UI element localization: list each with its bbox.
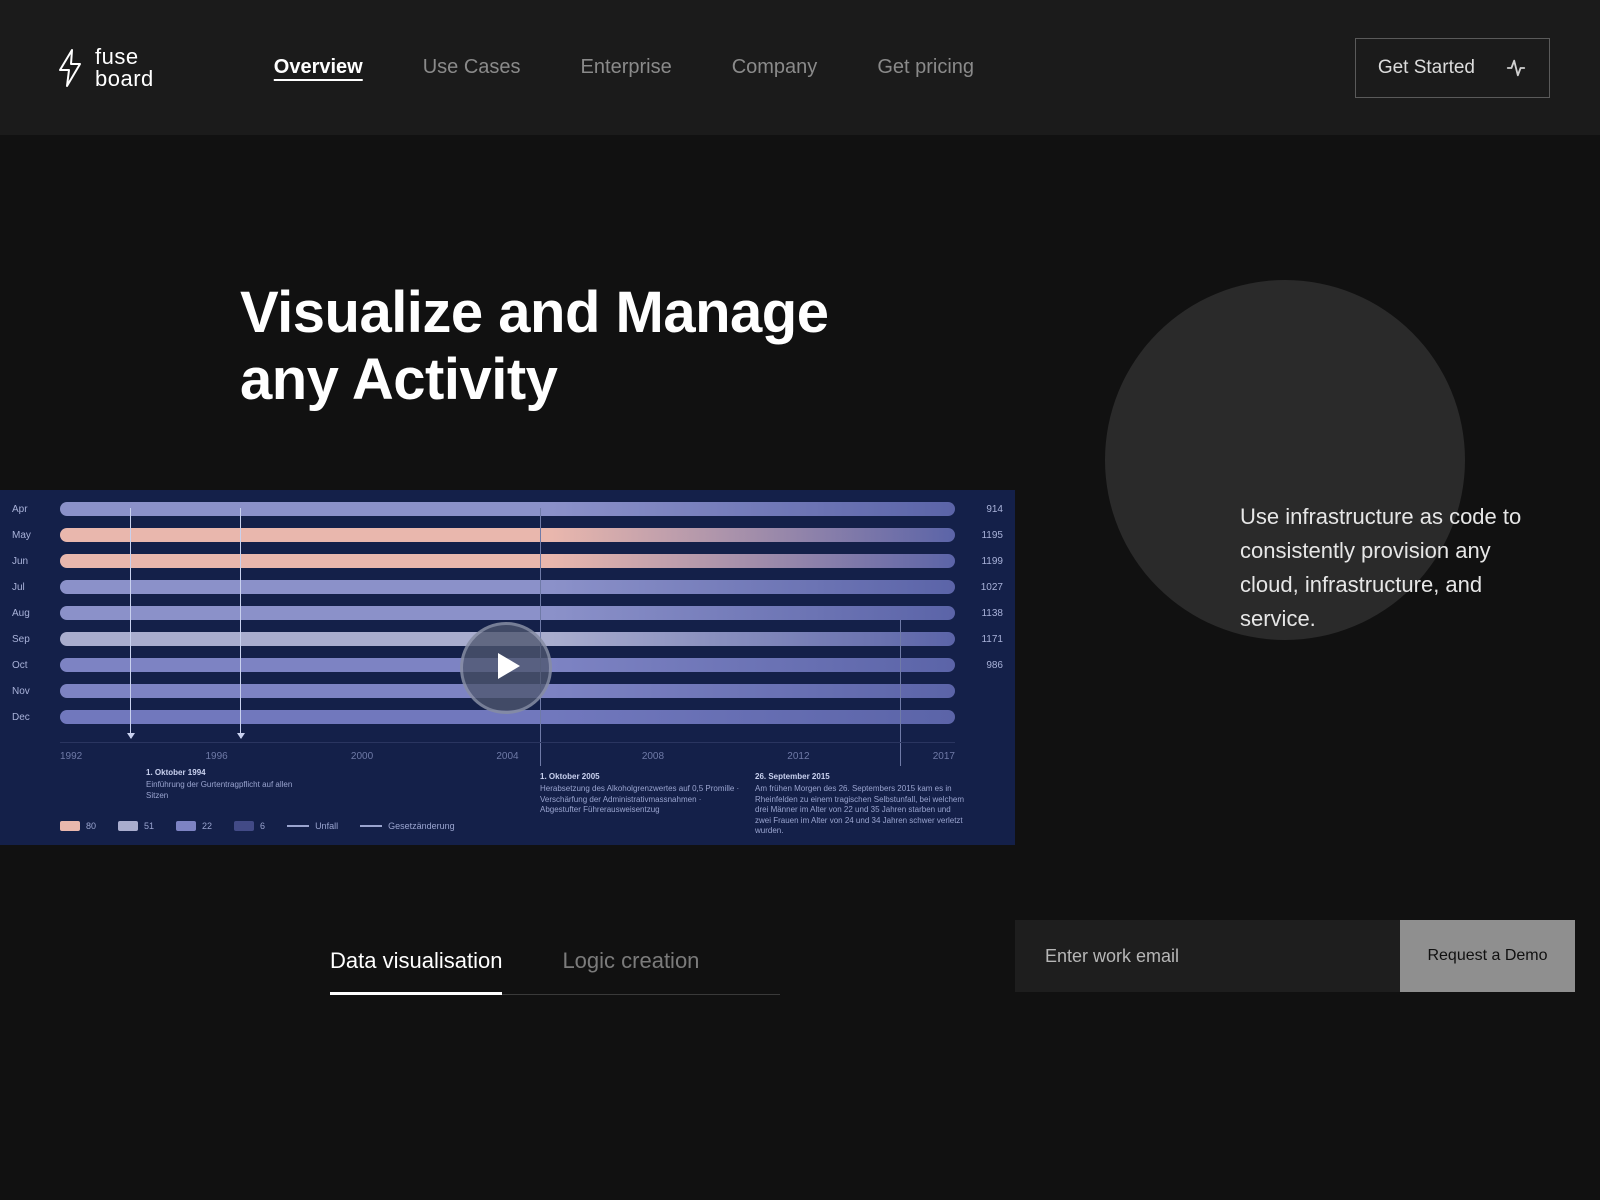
chart-year-tick: 2000 <box>351 751 373 762</box>
chart-year-tick: 1992 <box>60 751 82 762</box>
chart-row: Jul1027 <box>60 574 955 600</box>
chart-annotation: 1. Oktober 1994 Einführung der Gurtentra… <box>146 768 316 801</box>
chart-value-label: 1195 <box>981 530 1003 541</box>
hero-copy: Use infrastructure as code to consistent… <box>1240 500 1530 636</box>
legend-line <box>360 825 382 827</box>
chart-band <box>60 580 955 594</box>
play-button[interactable] <box>460 622 552 714</box>
chart-x-axis: 1992 1996 2000 2004 2008 2012 2017 <box>60 742 955 762</box>
legend-item: 6 <box>234 821 265 831</box>
nav-overview[interactable]: Overview <box>274 56 363 79</box>
nav-enterprise[interactable]: Enterprise <box>581 56 672 79</box>
chart-row: May1195 <box>60 522 955 548</box>
legend-label: 51 <box>144 821 154 831</box>
annotation-arrow <box>240 508 241 738</box>
chart-month-label: Aug <box>12 608 30 619</box>
work-email-input[interactable] <box>1015 920 1400 992</box>
chart-legend: 80 51 22 6 Unfall Gesetzänderung <box>60 821 455 831</box>
tab-data-visualisation[interactable]: Data visualisation <box>330 948 502 995</box>
chart-band <box>60 606 955 620</box>
chart-value-label: 1199 <box>981 556 1003 567</box>
primary-nav: Overview Use Cases Enterprise Company Ge… <box>274 56 974 79</box>
legend-item: Unfall <box>287 821 338 831</box>
nav-pricing[interactable]: Get pricing <box>877 56 974 79</box>
hero-headline-l1: Visualize and Manage <box>240 280 828 345</box>
chart-band <box>60 554 955 568</box>
chart-month-label: Jun <box>12 556 28 567</box>
chart-row: Jun1199 <box>60 548 955 574</box>
chart-value-label: 1138 <box>981 608 1003 619</box>
chart-value-label: 914 <box>986 504 1003 515</box>
chart-month-label: Sep <box>12 634 30 645</box>
chart-year-tick: 2012 <box>787 751 809 762</box>
legend-swatch <box>118 821 138 831</box>
chart-year-tick: 1996 <box>205 751 227 762</box>
nav-company[interactable]: Company <box>732 56 818 79</box>
demo-request-form: Request a Demo <box>1015 920 1575 992</box>
chart-value-label: 986 <box>986 660 1003 671</box>
brand-line1: fuse <box>95 46 154 68</box>
chart-year-tick: 2004 <box>496 751 518 762</box>
feature-tabs: Data visualisation Logic creation <box>330 948 699 995</box>
chart-year-tick: 2017 <box>933 751 955 762</box>
chart-band <box>60 502 955 516</box>
tab-logic-creation[interactable]: Logic creation <box>562 948 699 995</box>
chart-month-label: Jul <box>12 582 25 593</box>
legend-label: Unfall <box>315 821 338 831</box>
chart-month-label: Oct <box>12 660 28 671</box>
request-demo-button[interactable]: Request a Demo <box>1400 920 1575 992</box>
hero-headline-l2: any Activity <box>240 347 557 412</box>
legend-swatch <box>60 821 80 831</box>
brand-wordmark: fuse board <box>95 46 154 90</box>
activity-icon <box>1505 57 1527 79</box>
chart-band <box>60 528 955 542</box>
legend-label: Gesetzänderung <box>388 821 455 831</box>
legend-label: 80 <box>86 821 96 831</box>
chart-row: Apr914 <box>60 496 955 522</box>
legend-item: 80 <box>60 821 96 831</box>
chart-month-label: Dec <box>12 712 30 723</box>
legend-line <box>287 825 309 827</box>
lightning-icon <box>55 48 85 88</box>
brand-line2: board <box>95 68 154 90</box>
play-icon <box>490 651 522 686</box>
hero-headline: Visualize and Manage any Activity <box>240 280 828 413</box>
chart-month-label: May <box>12 530 31 541</box>
legend-item: 22 <box>176 821 212 831</box>
site-header: fuse board Overview Use Cases Enterprise… <box>0 0 1600 135</box>
chart-year-tick: 2008 <box>642 751 664 762</box>
chart-month-label: Apr <box>12 504 28 515</box>
get-started-label: Get Started <box>1378 57 1475 79</box>
legend-item: 51 <box>118 821 154 831</box>
get-started-button[interactable]: Get Started <box>1355 38 1550 98</box>
nav-use-cases[interactable]: Use Cases <box>423 56 521 79</box>
chart-annotation: 26. September 2015 Am frühen Morgen des … <box>755 772 965 836</box>
legend-swatch <box>234 821 254 831</box>
chart-month-label: Nov <box>12 686 30 697</box>
legend-swatch <box>176 821 196 831</box>
legend-label: 6 <box>260 821 265 831</box>
chart-annotation: 1. Oktober 2005 Herabsetzung des Alkohol… <box>540 772 740 816</box>
legend-item: Gesetzänderung <box>360 821 455 831</box>
chart-value-label: 1171 <box>981 634 1003 645</box>
brand-logo[interactable]: fuse board <box>55 46 154 90</box>
hero-video-thumbnail: Apr914May1195Jun1199Jul1027Aug1138Sep117… <box>0 490 1015 845</box>
annotation-arrow <box>130 508 131 738</box>
chart-value-label: 1027 <box>981 582 1003 593</box>
legend-label: 22 <box>202 821 212 831</box>
